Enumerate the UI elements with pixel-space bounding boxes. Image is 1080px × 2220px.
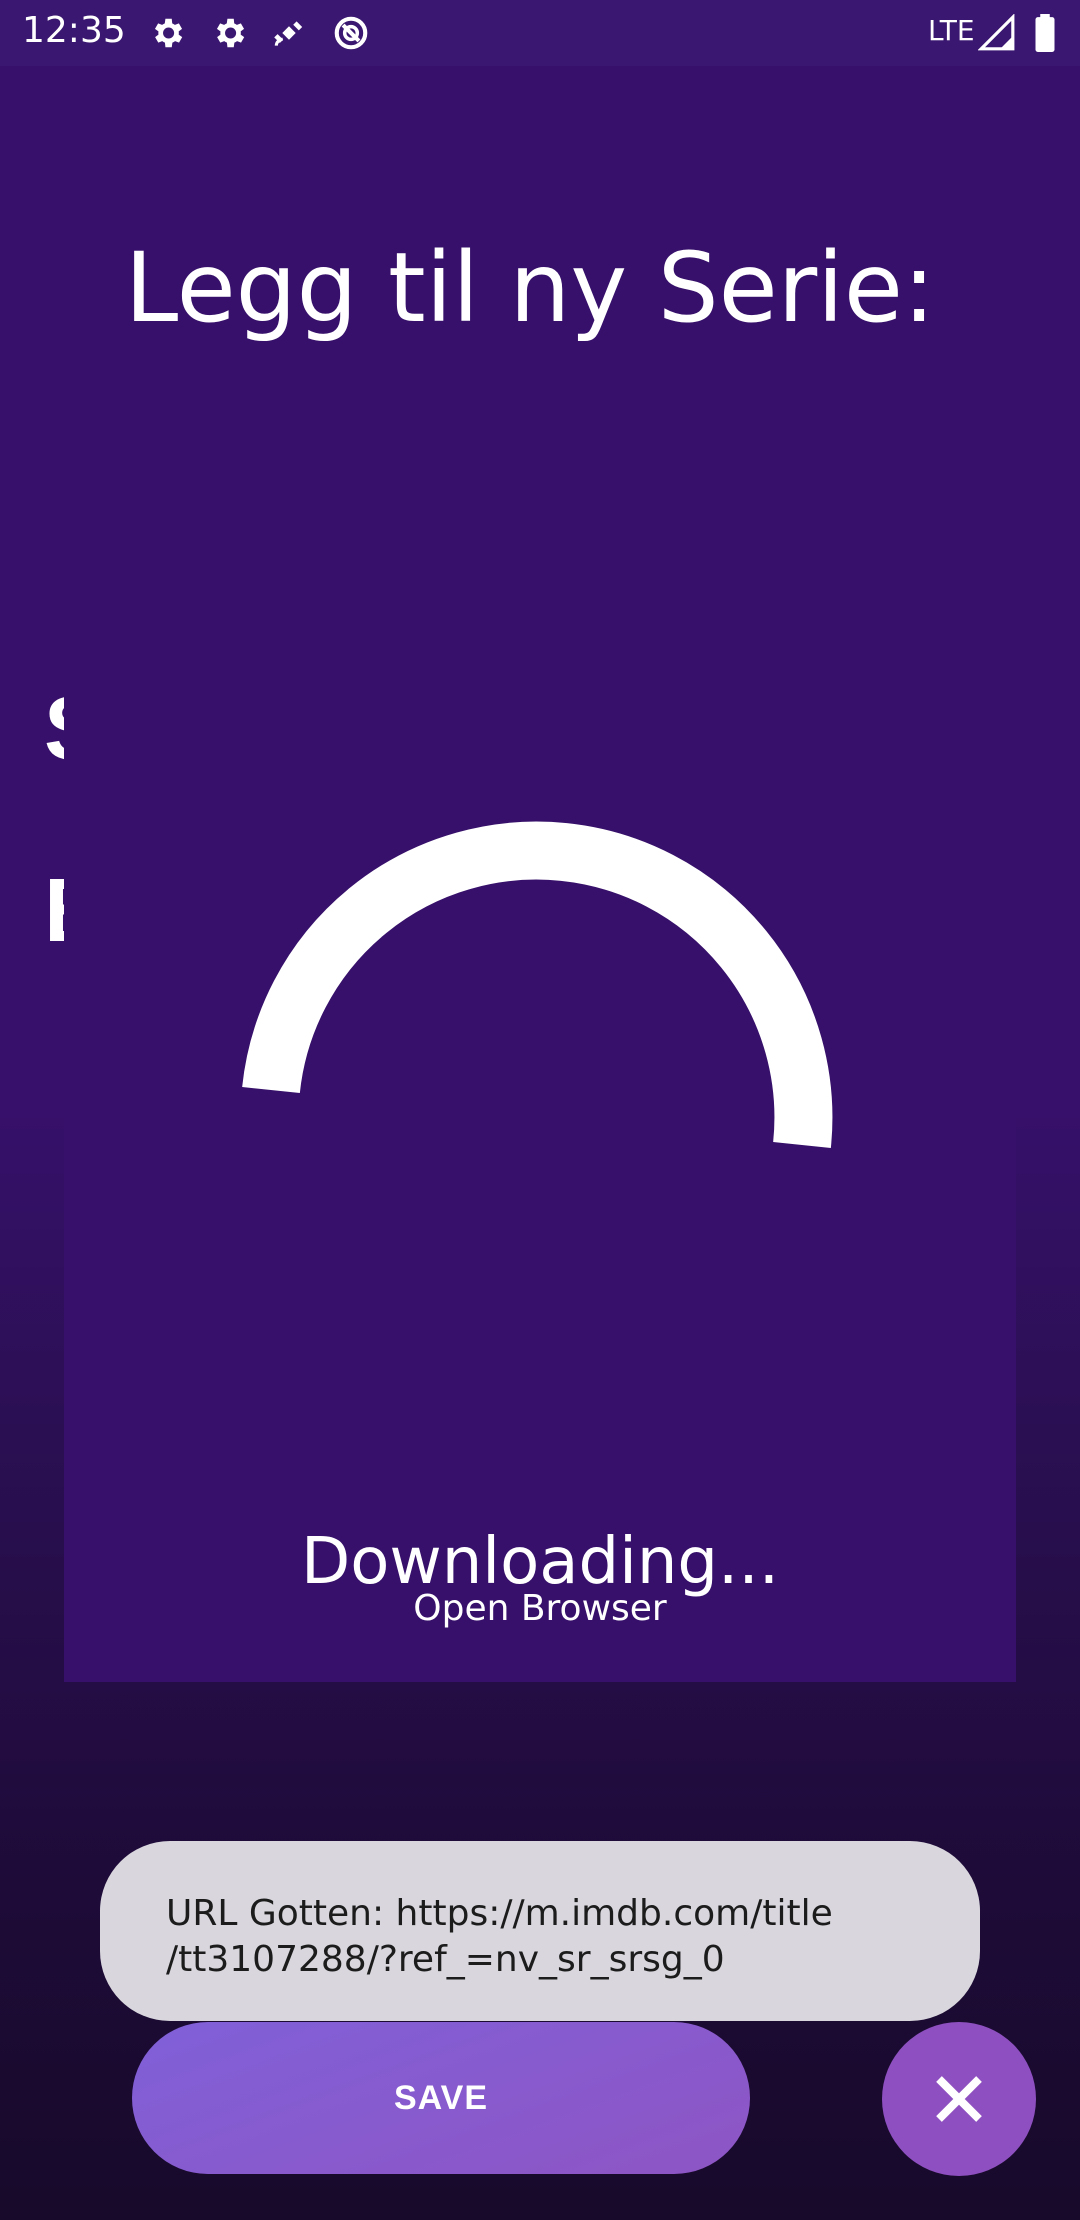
do-not-disturb-icon [334, 16, 368, 50]
loading-spinner [242, 821, 833, 1148]
open-browser-link[interactable]: Open Browser [64, 1588, 1016, 1629]
network-type: LTE [928, 14, 975, 47]
save-button[interactable]: SAVE [132, 2022, 750, 2174]
satellite-icon [274, 21, 303, 46]
gear-icon [154, 18, 183, 48]
gear-icon [216, 18, 245, 48]
signal-icon [978, 14, 1015, 51]
status-time: 12:35 [22, 10, 126, 51]
status-bar: 12:35 LTE [0, 0, 1080, 66]
close-icon [936, 2076, 982, 2122]
battery-icon [1035, 14, 1055, 52]
obscured-label: S [44, 678, 64, 781]
url-toast: URL Gotten: https://m.imdb.com/title /tt… [100, 1841, 980, 2021]
toast-message: URL Gotten: https://m.imdb.com/title /tt… [166, 1893, 833, 1980]
close-button[interactable] [882, 2022, 1036, 2176]
page-title: Legg til ny Serie: [124, 232, 936, 344]
obscured-label: E [44, 860, 64, 963]
